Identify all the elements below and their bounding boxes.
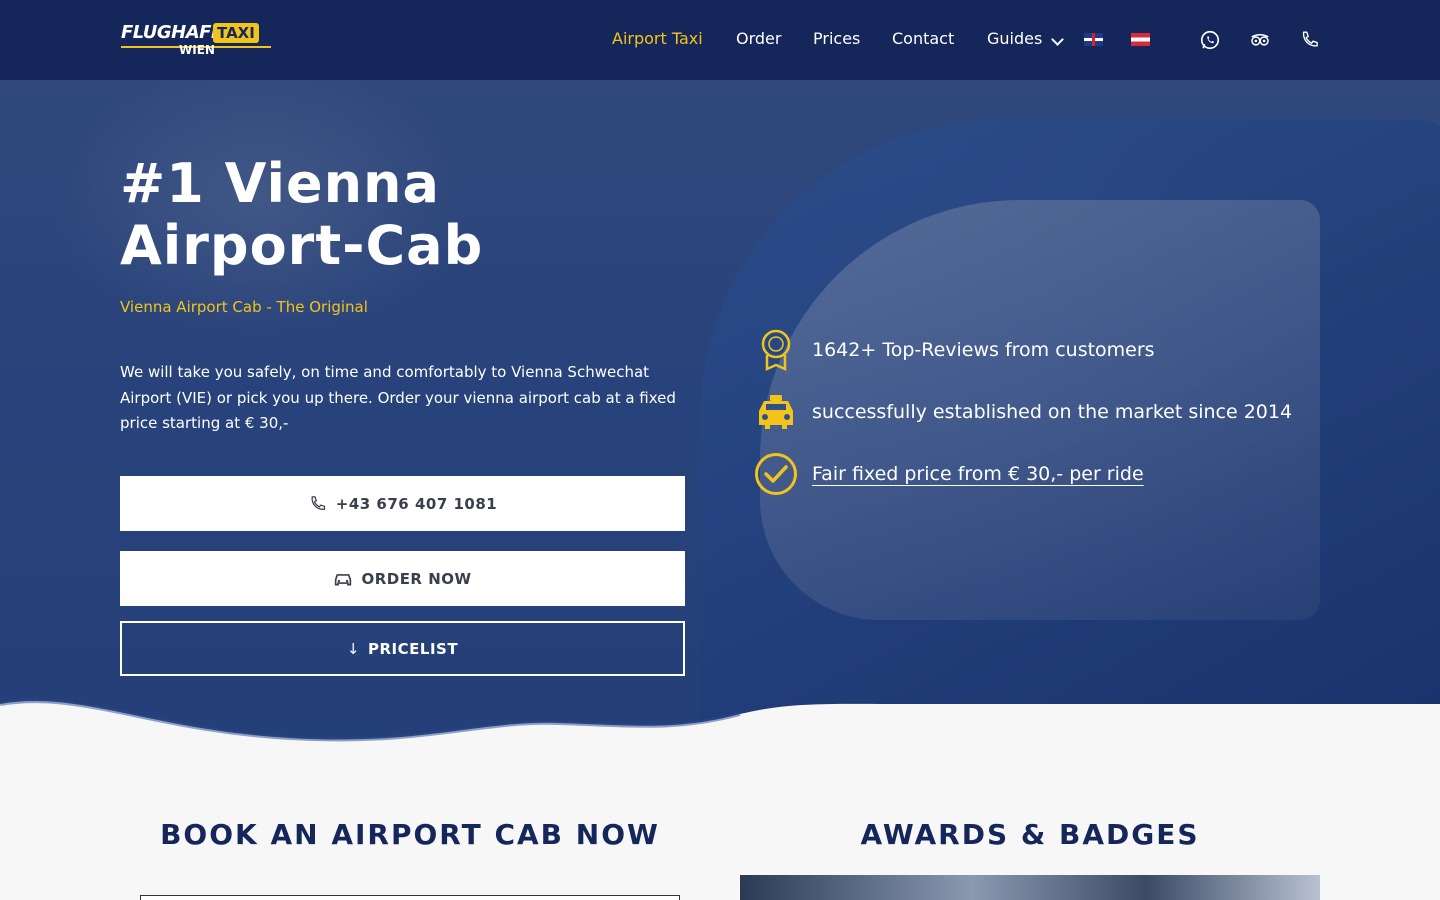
nav-contact[interactable]: Contact [892, 29, 954, 48]
hero-title: #1 Vienna Airport-Cab [120, 152, 484, 277]
tripadvisor-icon[interactable] [1249, 29, 1271, 51]
feature-price[interactable]: Fair fixed price from € 30,- per ride [754, 452, 1144, 496]
feature-price-link[interactable]: Fair fixed price from € 30,- per ride [812, 463, 1144, 485]
logo-taxi-badge: TAXI [213, 23, 259, 43]
nav-airport-taxi[interactable]: Airport Taxi [612, 29, 703, 48]
flag-austria-icon[interactable] [1131, 33, 1150, 46]
nav-prices[interactable]: Prices [813, 29, 860, 48]
awards-image [740, 875, 1320, 900]
order-now-label: ORDER NOW [361, 569, 472, 588]
award-icon [754, 328, 798, 372]
nav-order[interactable]: Order [736, 29, 781, 48]
booking-form[interactable] [140, 895, 680, 900]
call-button-label: +43 676 407 1081 [335, 494, 498, 513]
arrow-down-icon: ↓ [346, 639, 360, 658]
flag-uk-icon[interactable] [1084, 33, 1103, 46]
call-button[interactable]: +43 676 407 1081 [120, 476, 685, 531]
feature-since-text: successfully established on the market s… [812, 401, 1293, 423]
book-section-title: BOOK AN AIRPORT CAB NOW [160, 818, 660, 851]
order-now-button[interactable]: ORDER NOW [120, 551, 685, 606]
hero-description: We will take you safely, on time and com… [120, 363, 676, 432]
awards-section-title: AWARDS & BADGES [860, 818, 1200, 851]
hero-section: #1 Vienna Airport-Cab Vienna Airport Cab… [0, 80, 1440, 760]
feature-reviews-text: 1642+ Top-Reviews from customers [812, 339, 1155, 361]
wave-divider [0, 699, 1440, 760]
pricelist-button[interactable]: ↓ PRICELIST [120, 621, 685, 676]
logo-city: WIEN [179, 43, 215, 57]
check-circle-icon [754, 452, 798, 496]
car-icon [335, 573, 352, 586]
whatsapp-icon[interactable] [1199, 29, 1221, 51]
pricelist-label: PRICELIST [368, 639, 459, 658]
taxi-icon [754, 390, 798, 434]
hero-subtitle: Vienna Airport Cab - The Original [120, 298, 368, 316]
feature-since: successfully established on the market s… [754, 390, 1292, 434]
feature-reviews: 1642+ Top-Reviews from customers [754, 328, 1155, 372]
nav-guides[interactable]: Guides [987, 29, 1042, 48]
site-header: FLUGHAFEN TAXI WIEN Airport Taxi Order P… [0, 0, 1440, 80]
phone-icon[interactable] [1299, 29, 1321, 51]
chevron-down-icon[interactable] [1051, 33, 1064, 46]
site-logo[interactable]: FLUGHAFEN TAXI WIEN [121, 22, 271, 60]
phone-icon [311, 495, 325, 510]
